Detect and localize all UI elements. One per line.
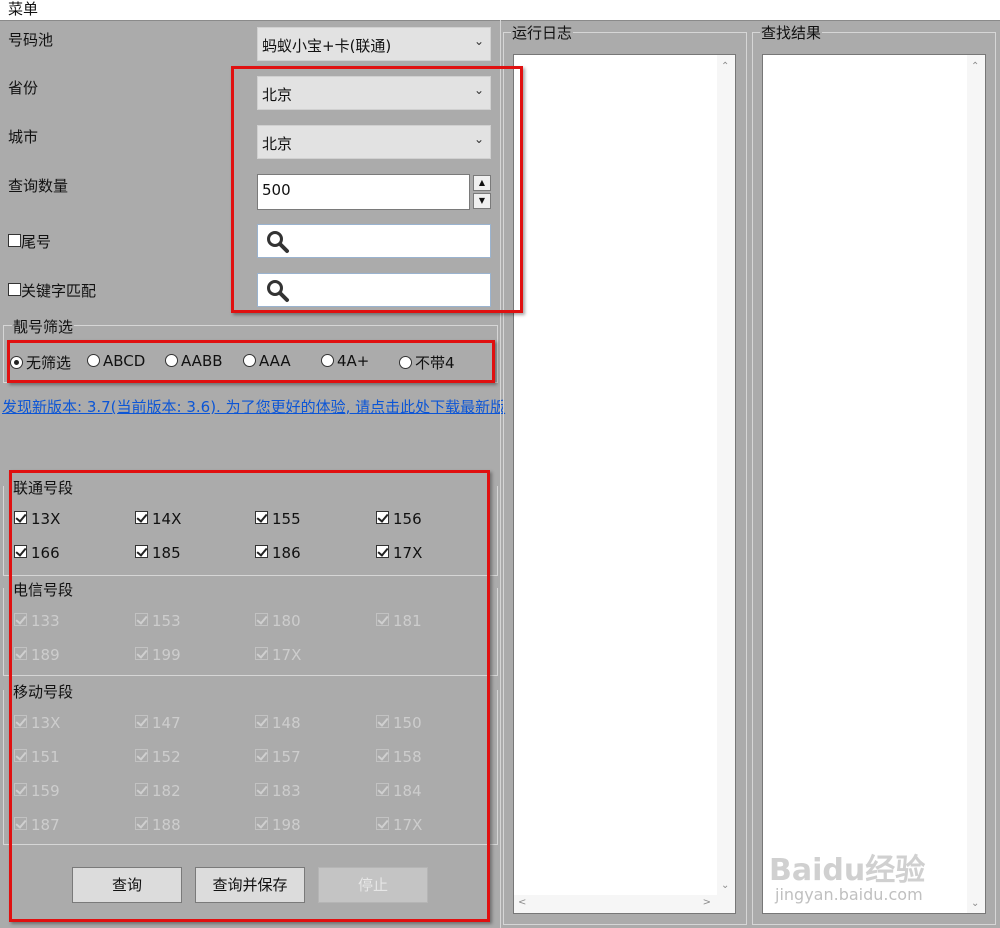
tail-checkbox[interactable]: 尾号 [8,232,51,252]
highlight-box-segments [9,470,490,922]
filter-group-title: 靓号筛选 [12,316,75,337]
menu-item[interactable]: 菜单 [8,0,38,19]
menu-bar: 菜单 [0,0,1000,21]
log-vscroll[interactable]: ⌃ ⌄ [717,55,735,913]
update-link[interactable]: 发现新版本: 3.7(当前版本: 3.6). 为了您更好的体验, 请点击此处下载… [2,396,505,417]
highlight-box-inputs [231,66,523,313]
keyword-checkbox[interactable]: 关键字匹配 [8,281,96,301]
watermark-logo: Baidu经验 [769,853,926,888]
keyword-checkbox-box[interactable] [8,283,21,296]
watermark-url: jingyan.baidu.com [775,885,923,904]
province-label: 省份 [8,79,39,97]
scroll-down-icon[interactable]: ⌄ [721,880,729,891]
pool-select[interactable]: 蚂蚁小宝+卡(联通) ⌄ [257,27,491,61]
log-title: 运行日志 [511,22,574,43]
result-listbox[interactable]: ⌃ ⌄ Baidu经验 jingyan.baidu.com [762,54,986,914]
qty-label: 查询数量 [8,177,69,195]
chevron-down-icon: ⌄ [473,34,484,48]
pool-label: 号码池 [8,31,54,49]
result-title: 查找结果 [760,22,823,43]
scroll-up-icon[interactable]: ⌃ [721,61,729,72]
scroll-right-icon[interactable]: > [703,897,711,908]
tail-label: 尾号 [21,233,52,251]
city-label: 城市 [8,128,39,146]
scroll-left-icon[interactable]: < [518,897,526,908]
log-listbox[interactable]: ⌃ ⌄ < > [513,54,736,914]
scroll-up-icon[interactable]: ⌃ [971,61,979,72]
pool-select-value: 蚂蚁小宝+卡(联通) [262,37,392,55]
scroll-down-icon[interactable]: ⌄ [971,898,979,909]
tail-checkbox-box[interactable] [8,234,21,247]
result-vscroll[interactable]: ⌃ ⌄ [967,55,985,913]
log-hscroll[interactable]: < > [514,895,717,913]
keyword-label: 关键字匹配 [21,282,97,300]
highlight-box-filter [7,340,495,383]
